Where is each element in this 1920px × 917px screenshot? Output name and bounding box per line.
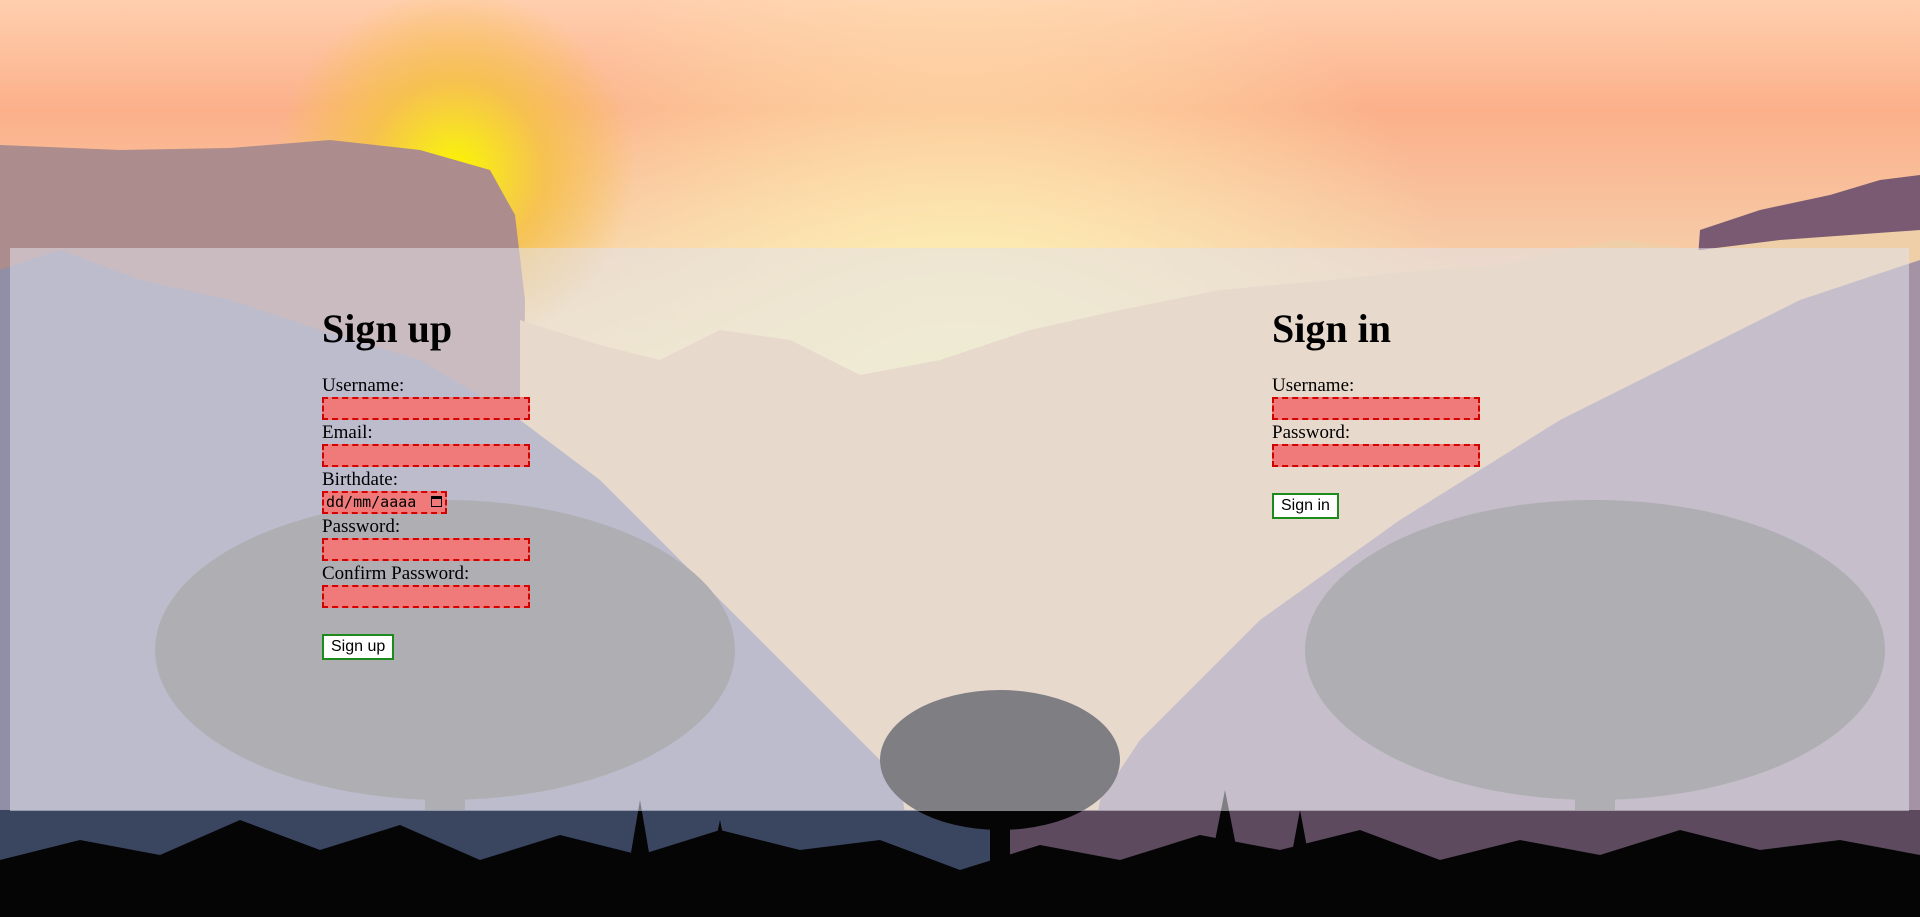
signin-password-field: Password: <box>1272 423 1480 467</box>
signup-confirm-password-input[interactable] <box>322 585 530 608</box>
signin-username-input[interactable] <box>1272 397 1480 420</box>
signin-password-label: Password: <box>1272 422 1351 443</box>
signin-title: Sign in <box>1272 306 1391 351</box>
signup-form: Sign up Username: Email: Birthdate: dd/m… <box>322 248 530 660</box>
signup-password-field: Password: <box>322 517 530 561</box>
signup-fields: Username: Email: Birthdate: dd/mm/aaaa P… <box>322 376 530 608</box>
birthdate-placeholder: dd/mm/aaaa <box>326 493 417 511</box>
signin-username-label: Username: <box>1272 375 1355 396</box>
signup-confirm-password-field: Confirm Password: <box>322 564 530 608</box>
signup-username-label: Username: <box>322 375 405 396</box>
signin-fields: Username: Password: <box>1272 376 1480 467</box>
signup-button[interactable]: Sign up <box>322 634 395 660</box>
signup-password-label: Password: <box>322 516 401 537</box>
signup-birthdate-label: Birthdate: <box>322 469 398 490</box>
signup-birthdate-field: Birthdate: dd/mm/aaaa <box>322 470 530 514</box>
signin-form: Sign in Username: Password: Sign in <box>1272 248 1480 519</box>
signin-password-input[interactable] <box>1272 444 1480 467</box>
signup-username-field: Username: <box>322 376 530 420</box>
signup-birthdate-input[interactable]: dd/mm/aaaa <box>322 491 447 514</box>
signup-email-label: Email: <box>322 422 373 443</box>
signup-email-field: Email: <box>322 423 530 467</box>
calendar-icon[interactable] <box>431 496 442 507</box>
signup-email-input[interactable] <box>322 444 530 467</box>
forms-panel: Sign up Username: Email: Birthdate: dd/m… <box>10 248 1909 811</box>
signin-button[interactable]: Sign in <box>1272 493 1339 519</box>
signup-password-input[interactable] <box>322 538 530 561</box>
signup-confirm-password-label: Confirm Password: <box>322 563 470 584</box>
signup-username-input[interactable] <box>322 397 530 420</box>
signup-title: Sign up <box>322 306 453 351</box>
signin-username-field: Username: <box>1272 376 1480 420</box>
